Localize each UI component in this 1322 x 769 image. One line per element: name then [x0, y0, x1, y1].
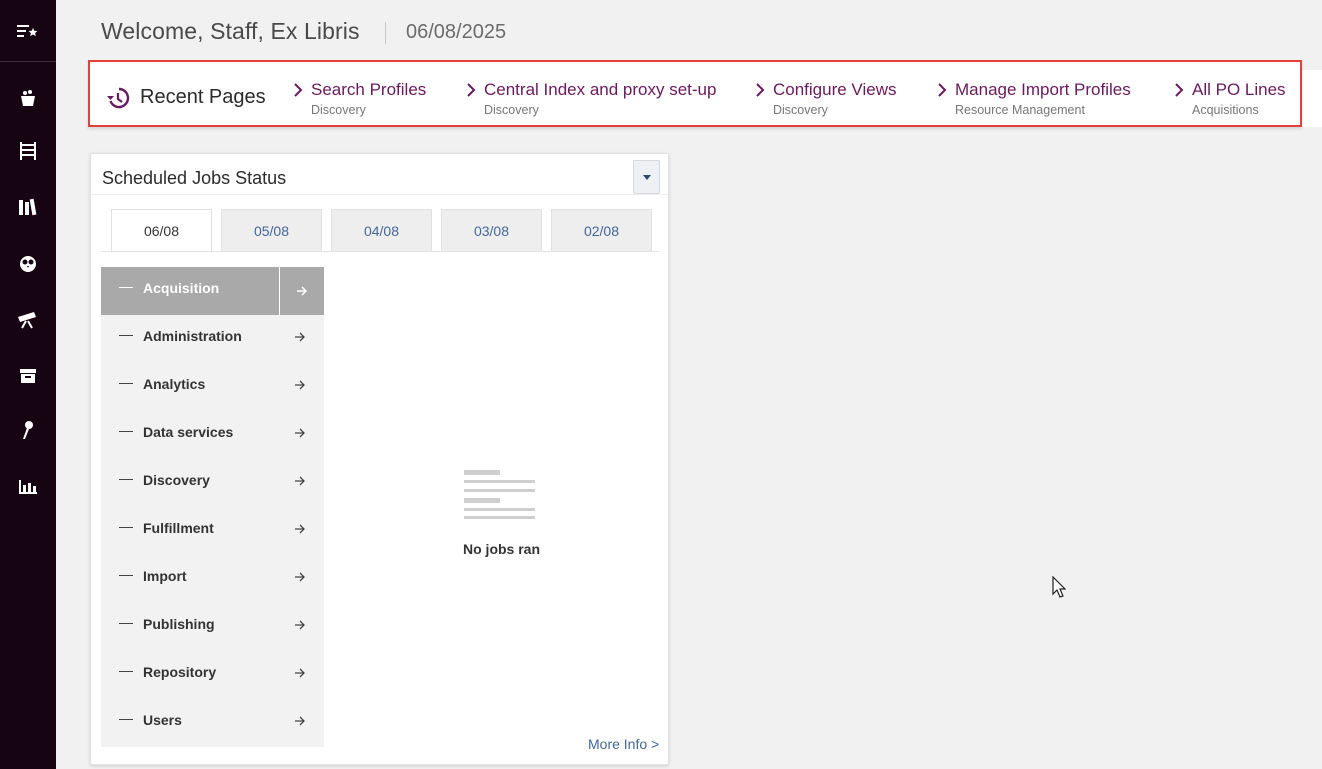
mouse-cursor-icon [1052, 576, 1066, 598]
arrow-right-icon[interactable] [294, 523, 306, 535]
category-item[interactable]: Data services [101, 411, 324, 459]
widget-title: Scheduled Jobs Status [102, 168, 287, 188]
category-item[interactable]: Import [101, 555, 324, 603]
favorites-menu-button[interactable] [0, 0, 56, 62]
nav-analytics[interactable] [0, 467, 56, 507]
nav-admin[interactable] [0, 410, 56, 450]
category-item[interactable]: Users [101, 699, 324, 747]
dash-icon [119, 575, 133, 576]
caret-down-icon [642, 174, 651, 180]
tab-date[interactable]: 05/08 [221, 209, 322, 252]
tab-date[interactable]: 03/08 [441, 209, 542, 252]
header-divider [385, 22, 386, 44]
tab-date[interactable]: 02/08 [551, 209, 652, 252]
job-category-list: Acquisition Administration Analytics Dat… [101, 267, 324, 747]
tab-date[interactable]: 04/08 [331, 209, 432, 252]
recent-pages-title: Recent Pages [140, 86, 266, 108]
nav-library[interactable] [0, 187, 56, 227]
nav-explore[interactable] [0, 300, 56, 340]
history-icon [107, 87, 130, 108]
arrow-right-icon[interactable] [294, 619, 306, 631]
recent-page-area: Resource Management [955, 103, 1085, 117]
resources-icon [20, 142, 36, 160]
dash-icon [119, 623, 133, 624]
arrow-right-icon[interactable] [294, 331, 306, 343]
category-label: Administration [143, 328, 242, 344]
recent-page-name[interactable]: Central Index and proxy set-up [484, 80, 716, 100]
recent-page-area: Discovery [484, 103, 539, 117]
dash-icon [119, 287, 133, 288]
category-label: Repository [143, 664, 217, 680]
dash-icon [119, 383, 133, 384]
dash-icon [119, 719, 133, 720]
category-item[interactable]: Acquisition [101, 267, 324, 315]
archive-icon [20, 369, 36, 383]
nav-discovery[interactable] [0, 243, 56, 283]
recent-page-area: Discovery [773, 103, 828, 117]
category-label: Import [143, 568, 187, 584]
chevron-right-icon [756, 83, 765, 97]
widget-menu-button[interactable] [633, 160, 660, 194]
chevron-right-icon [1175, 83, 1184, 97]
empty-state-message: No jobs ran [463, 541, 541, 557]
arrow-right-icon[interactable] [294, 379, 306, 391]
chevron-right-icon [467, 83, 476, 97]
arrow-right-icon[interactable] [294, 475, 306, 487]
recent-page-name[interactable]: Configure Views [773, 80, 896, 100]
category-label: Discovery [143, 472, 210, 488]
recent-pages-bar: Recent Pages Search Profiles Discovery C… [88, 60, 1302, 127]
library-icon [19, 198, 37, 216]
dash-icon [119, 527, 133, 528]
chevron-right-icon [294, 83, 303, 97]
dash-icon [119, 335, 133, 336]
nav-resources[interactable] [0, 131, 56, 171]
category-label: Users [143, 712, 182, 728]
tab-date[interactable]: 06/08 [111, 209, 212, 253]
arrow-right-icon[interactable] [294, 715, 306, 727]
recent-page-name[interactable]: All PO Lines [1192, 80, 1286, 100]
recent-page-area: Acquisitions [1192, 103, 1259, 117]
empty-list-icon [464, 470, 535, 519]
category-item[interactable]: Administration [101, 315, 324, 363]
telescope-icon [18, 312, 36, 329]
category-open-button[interactable] [279, 267, 324, 315]
category-item[interactable]: Discovery [101, 459, 324, 507]
acquisitions-icon [21, 90, 35, 106]
category-item[interactable]: Analytics [101, 363, 324, 411]
arrow-right-icon[interactable] [294, 427, 306, 439]
owl-icon [20, 256, 36, 272]
recent-pages-overflow [1302, 70, 1322, 127]
category-label: Data services [143, 424, 234, 440]
tabs-divider [101, 251, 659, 252]
welcome-message: Welcome, Staff, Ex Libris [101, 18, 360, 44]
arrow-right-icon [297, 286, 308, 296]
left-nav-rail [0, 0, 56, 769]
widget-header-divider [91, 194, 668, 195]
menu-favorites-icon [17, 24, 38, 37]
category-label: Analytics [143, 376, 206, 392]
category-item[interactable]: Publishing [101, 603, 324, 651]
recent-page-area: Discovery [311, 103, 366, 117]
nav-acquisitions[interactable] [0, 78, 56, 118]
more-info-link[interactable]: More Info > [588, 736, 659, 752]
recent-pages-header: Recent Pages [106, 86, 266, 109]
arrow-right-icon[interactable] [294, 667, 306, 679]
category-item[interactable]: Repository [101, 651, 324, 699]
chevron-right-icon [938, 83, 947, 97]
category-label: Publishing [143, 616, 215, 632]
dash-icon [119, 479, 133, 480]
category-item[interactable]: Fulfillment [101, 507, 324, 555]
arrow-right-icon[interactable] [294, 571, 306, 583]
nav-archive[interactable] [0, 356, 56, 396]
dash-icon [119, 431, 133, 432]
scheduled-jobs-widget: Scheduled Jobs Status 06/08 05/08 04/08 … [90, 153, 669, 765]
recent-page-name[interactable]: Manage Import Profiles [955, 80, 1131, 100]
category-label: Acquisition [143, 280, 220, 296]
category-label: Fulfillment [143, 520, 214, 536]
pen-icon [23, 421, 33, 439]
current-date: 06/08/2025 [406, 21, 507, 43]
dash-icon [119, 671, 133, 672]
recent-page-name[interactable]: Search Profiles [311, 80, 426, 100]
analytics-icon [19, 480, 37, 494]
